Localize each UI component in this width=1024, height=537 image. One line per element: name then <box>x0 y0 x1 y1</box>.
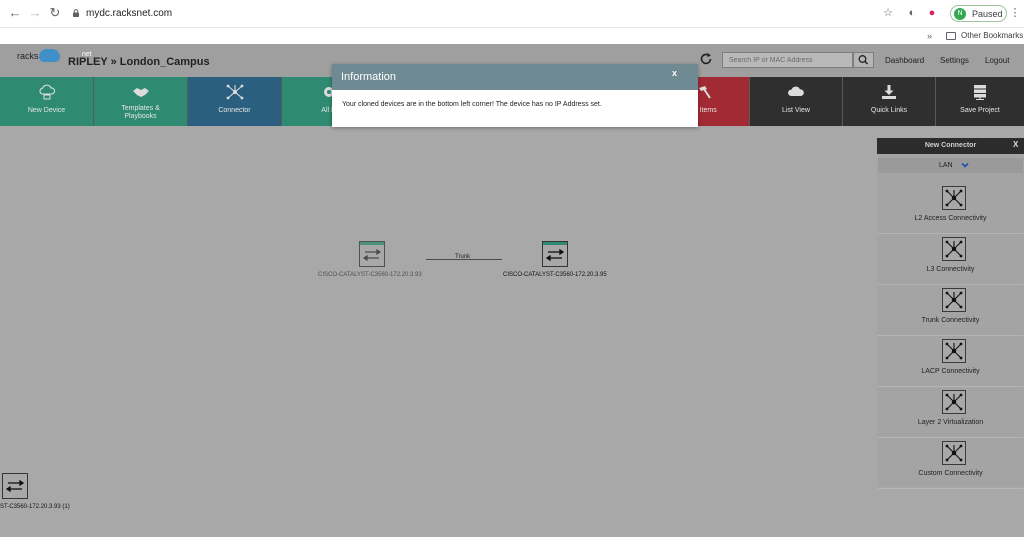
toolbar-new-device[interactable]: New Device <box>0 77 94 126</box>
device-label: ST-C3560-172.20.3.93 (1) <box>0 504 70 510</box>
server-icon <box>974 85 986 100</box>
select-value: LAN <box>939 162 953 169</box>
profile-paused-button[interactable]: N Paused <box>950 5 1007 22</box>
connector-item-lacp[interactable]: LACP Connectivity <box>878 338 1023 387</box>
panel-title: New Connector <box>924 142 977 149</box>
connector-icon <box>942 186 966 210</box>
topology-canvas[interactable] <box>0 126 1024 537</box>
connector-label: LACP Connectivity <box>921 368 980 375</box>
page-title: RIPLEY » London_Campus <box>68 56 210 68</box>
connector-icon <box>942 441 966 465</box>
bookmarks-bar: » Other Bookmarks <box>0 28 1024 44</box>
search-input[interactable] <box>722 52 853 68</box>
toolbar-templates[interactable]: Templates & Playbooks <box>94 77 188 126</box>
logout-link[interactable]: Logout <box>985 56 1009 65</box>
connector-label: Trunk Connectivity <box>921 317 980 324</box>
search-button[interactable] <box>853 52 874 68</box>
switch-device-93[interactable] <box>359 241 385 267</box>
connector-icon <box>226 84 243 100</box>
dialog-close-button[interactable]: x <box>672 68 677 78</box>
device-label: CISCO-CATALYST-C3560-172.20.3.93 <box>318 272 422 278</box>
logo-text: racks <box>17 51 39 61</box>
connector-icon <box>942 288 966 312</box>
cloud-device-icon <box>38 84 55 100</box>
refresh-icon[interactable] <box>699 52 713 66</box>
chevron-down-icon <box>961 162 969 168</box>
new-connector-panel: New Connector X LAN L2 Access Connectivi… <box>877 138 1024 489</box>
dashboard-link[interactable]: Dashboard <box>885 56 924 65</box>
dialog-header: Information x <box>332 64 698 90</box>
device-status-bar <box>360 242 384 245</box>
download-icon <box>882 85 896 99</box>
connector-item-trunk[interactable]: Trunk Connectivity <box>878 287 1023 336</box>
lock-icon <box>73 9 79 17</box>
toolbar-label: New Device <box>27 107 66 114</box>
connector-item-l3[interactable]: L3 Connectivity <box>878 236 1023 285</box>
back-arrow-icon[interactable]: ← <box>7 5 23 21</box>
connector-label: L2 Access Connectivity <box>914 215 987 222</box>
connector-icon <box>942 339 966 363</box>
handshake-icon <box>132 88 149 97</box>
dialog-title: Information <box>341 71 397 83</box>
reload-icon[interactable]: ↻ <box>47 5 63 21</box>
connector-icon <box>942 390 966 414</box>
panel-header: New Connector X <box>877 138 1024 154</box>
other-bookmarks-link[interactable]: Other Bookmarks <box>961 28 1023 44</box>
switch-icon <box>5 479 25 493</box>
toolbar-label: Templates & Playbooks <box>121 105 160 120</box>
forward-arrow-icon[interactable]: → <box>27 5 43 21</box>
device-status-bar <box>543 242 567 245</box>
information-dialog: Information x Your cloned devices are in… <box>332 64 698 127</box>
connector-label: Layer 2 Virtualization <box>917 419 984 426</box>
connector-label: Custom Connectivity <box>918 470 983 477</box>
settings-link[interactable]: Settings <box>940 56 969 65</box>
connector-item-l2-access[interactable]: L2 Access Connectivity <box>878 185 1023 234</box>
toolbar-label: Connector <box>218 107 251 114</box>
kebab-menu-icon[interactable]: ⋮ <box>1008 6 1022 20</box>
toolbar-label: List View <box>782 107 810 114</box>
connector-icon <box>942 237 966 261</box>
switch-device-clone[interactable] <box>2 473 28 499</box>
extension-pink-icon[interactable]: ● <box>925 6 939 20</box>
toolbar-connector[interactable]: Connector <box>188 77 282 126</box>
panel-close-button[interactable]: X <box>1013 140 1018 149</box>
folder-icon <box>946 32 956 40</box>
toolbar-label: Save Project <box>960 107 1000 114</box>
device-label: CISCO-CATALYST-C3560-172.20.3.95 <box>503 272 607 278</box>
star-icon[interactable]: ☆ <box>881 6 895 20</box>
dialog-message: Your cloned devices are in the bottom le… <box>342 101 602 108</box>
search-icon <box>858 55 869 65</box>
connector-item-layer2-virtualization[interactable]: Layer 2 Virtualization <box>878 389 1023 438</box>
browser-toolbar: ← → ↻ mydc.racksnet.com ☆ ◐ ● N Paused ⋮ <box>0 0 1024 28</box>
switch-icon <box>545 248 565 262</box>
bookmarks-overflow-icon[interactable]: » <box>927 28 932 44</box>
url-bar[interactable]: mydc.racksnet.com <box>86 5 172 23</box>
cloud-icon <box>788 86 804 96</box>
connector-type-select[interactable]: LAN <box>878 158 1023 173</box>
switch-icon <box>362 248 382 262</box>
logo-cloud-icon: net <box>39 49 92 62</box>
toolbar-quick-links[interactable]: Quick Links <box>843 77 936 126</box>
link-label: Trunk <box>455 254 471 260</box>
toolbar-label: Quick Links <box>870 107 908 114</box>
profile-avatar: N <box>954 8 966 20</box>
profile-status: Paused <box>972 9 1003 19</box>
connector-item-custom[interactable]: Custom Connectivity <box>878 440 1023 489</box>
toolbar-save-project[interactable]: Save Project <box>936 77 1024 126</box>
connector-label: L3 Connectivity <box>926 266 975 273</box>
toolbar-list-view[interactable]: List View <box>750 77 843 126</box>
switch-device-95[interactable] <box>542 241 568 267</box>
extension-icon[interactable]: ◐ <box>905 6 919 20</box>
